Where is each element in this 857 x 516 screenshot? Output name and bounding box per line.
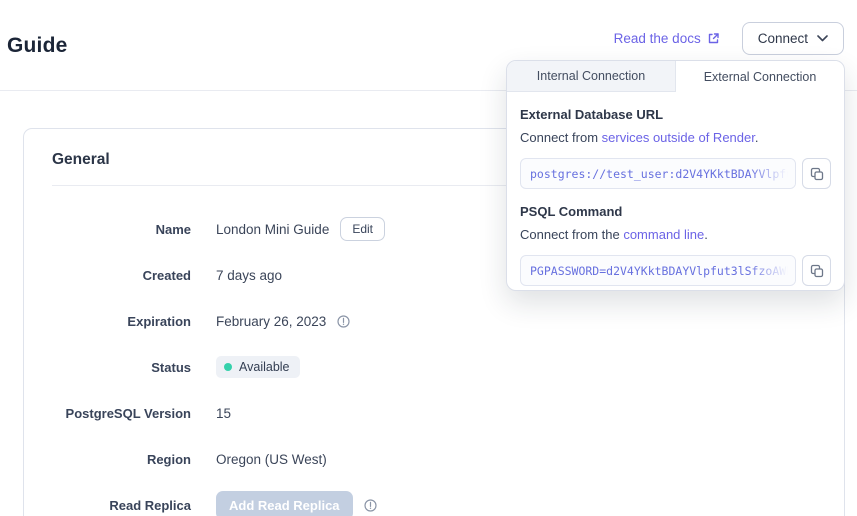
connection-tabs: Internal Connection External Connection: [507, 61, 844, 92]
row-status: Status Available: [52, 344, 816, 390]
row-label: PostgreSQL Version: [52, 406, 191, 421]
services-outside-render-link[interactable]: services outside of Render: [602, 130, 755, 145]
connect-popover: Internal Connection External Connection …: [506, 60, 845, 291]
psql-command-heading: PSQL Command: [520, 204, 831, 219]
psql-command-desc: Connect from the command line.: [520, 227, 831, 242]
expiration-value: February 26, 2023: [216, 314, 326, 329]
region-value: Oregon (US West): [216, 452, 327, 467]
row-label: Region: [52, 452, 191, 467]
connect-button[interactable]: Connect: [742, 22, 844, 55]
connect-button-label: Connect: [758, 31, 808, 46]
row-label: Status: [52, 360, 191, 375]
copy-icon: [810, 264, 824, 278]
docs-link-label: Read the docs: [614, 31, 701, 46]
copy-icon: [810, 167, 824, 181]
text-fade-overlay: [749, 256, 795, 285]
edit-name-button[interactable]: Edit: [340, 217, 385, 241]
tab-external-connection[interactable]: External Connection: [676, 61, 844, 92]
psql-command-field[interactable]: PGPASSWORD=d2V4YKktBDAYVlpfut3lSfzoAWhwb…: [520, 255, 796, 286]
desc-text: .: [704, 227, 708, 242]
status-dot-icon: [224, 363, 232, 371]
text-fade-overlay: [749, 159, 795, 188]
copy-psql-command-button[interactable]: [802, 255, 831, 286]
created-value: 7 days ago: [216, 268, 282, 283]
status-badge-label: Available: [239, 360, 290, 374]
database-name-value: London Mini Guide: [216, 222, 329, 237]
row-label: Name: [52, 222, 191, 237]
row-label: Expiration: [52, 314, 191, 329]
desc-text: .: [755, 130, 759, 145]
row-expiration: Expiration February 26, 2023: [52, 298, 816, 344]
chevron-down-icon: [817, 35, 828, 42]
external-database-url-field[interactable]: postgres://test_user:d2V4YKktBDAYVlpfut3…: [520, 158, 796, 189]
info-icon[interactable]: [364, 499, 377, 512]
row-postgresql-version: PostgreSQL Version 15: [52, 390, 816, 436]
external-database-url-desc: Connect from services outside of Render.: [520, 130, 831, 145]
external-database-url-heading: External Database URL: [520, 107, 831, 122]
add-read-replica-button[interactable]: Add Read Replica: [216, 491, 353, 516]
popover-body: External Database URL Connect from servi…: [507, 92, 844, 286]
copy-external-url-button[interactable]: [802, 158, 831, 189]
desc-text: Connect from: [520, 130, 602, 145]
postgresql-version-value: 15: [216, 406, 231, 421]
page-title: Guide: [7, 34, 68, 58]
database-page: Guide Read the docs Connect General: [0, 0, 857, 516]
row-label: Created: [52, 268, 191, 283]
row-read-replica: Read Replica Add Read Replica: [52, 482, 816, 516]
command-line-link[interactable]: command line: [623, 227, 704, 242]
row-label: Read Replica: [52, 498, 191, 513]
info-icon[interactable]: [337, 315, 350, 328]
status-badge: Available: [216, 356, 300, 378]
tab-internal-connection[interactable]: Internal Connection: [507, 61, 676, 92]
external-link-icon: [707, 32, 720, 45]
header-actions: Read the docs Connect: [614, 22, 844, 55]
read-the-docs-link[interactable]: Read the docs: [614, 31, 720, 46]
desc-text: Connect from the: [520, 227, 623, 242]
row-region: Region Oregon (US West): [52, 436, 816, 482]
